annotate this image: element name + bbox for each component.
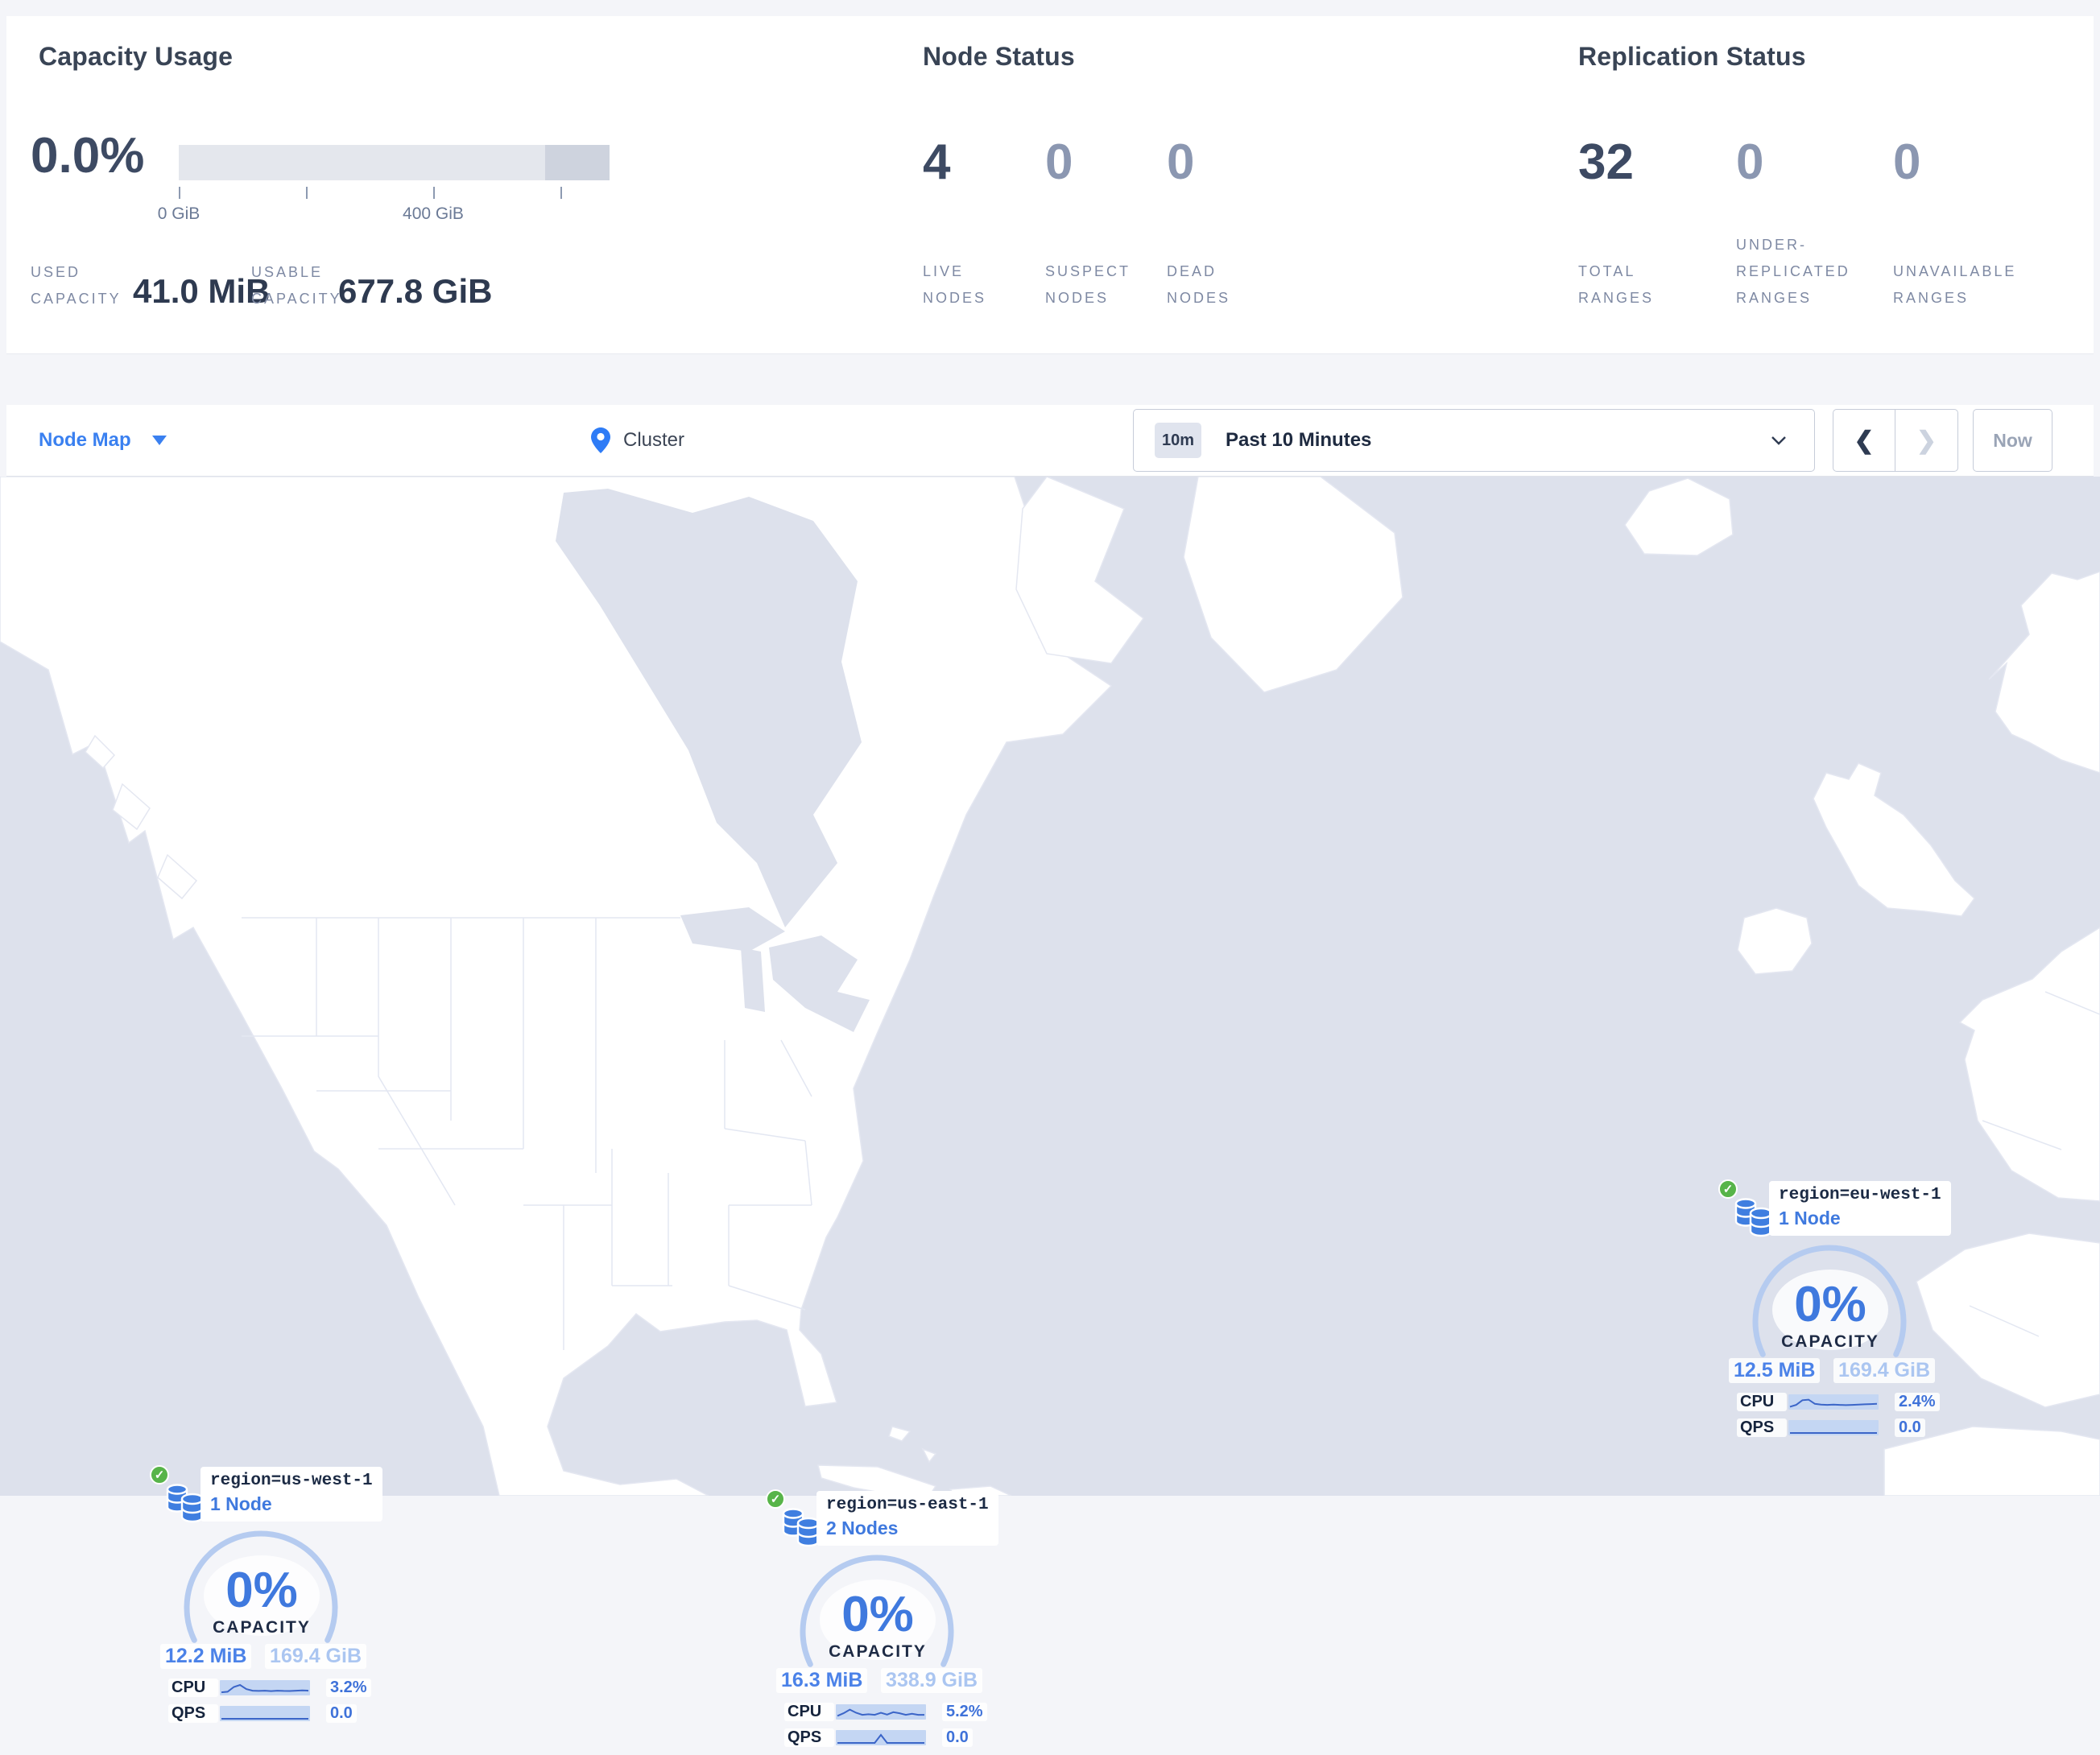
axis-tick-label: 0 GiB — [157, 204, 200, 223]
chevron-down-icon — [151, 436, 167, 445]
map-toolbar: Node Map Cluster 10m Past 10 Minutes ❮ ❯… — [6, 405, 2094, 477]
region-capacity-percent: 0% — [225, 1563, 298, 1618]
capacity-bar — [179, 145, 610, 180]
cpu-value: 2.4% — [1895, 1392, 1940, 1411]
database-stack-icon — [782, 1508, 820, 1547]
prev-time-button[interactable]: ❮ — [1833, 410, 1895, 471]
replication-status-title: Replication Status — [1578, 42, 1806, 71]
time-range-value: Past 10 Minutes — [1226, 429, 1372, 451]
next-time-button[interactable]: ❯ — [1895, 410, 1957, 471]
cpu-sparkline — [1788, 1394, 1879, 1410]
unavailable-value: 0 — [1893, 134, 1921, 190]
region-name: region=eu-west-1 — [1779, 1186, 1941, 1204]
qps-value: 0.0 — [326, 1703, 357, 1723]
breadcrumb[interactable]: Cluster — [591, 405, 684, 476]
cluster-stats-panel: Capacity Usage 0.0% 0 GiB 400 GiB USED C… — [6, 16, 2094, 354]
chevron-down-icon — [1771, 436, 1786, 445]
axis-tick-label: 400 GiB — [403, 204, 464, 223]
used-capacity-label: USED CAPACITY — [31, 264, 122, 307]
live-nodes-value: 4 — [923, 134, 951, 190]
unavailable-label: UNAVAILABLE RANGES — [1893, 263, 2017, 306]
usable-capacity-value: 677.8 GiB — [338, 272, 493, 310]
map-pin-icon — [591, 427, 610, 453]
qps-label: QPS — [1737, 1418, 1787, 1437]
region-capacity-percent: 0% — [1794, 1277, 1866, 1332]
node-status-title: Node Status — [923, 42, 1075, 71]
region-marker-eu-west-1[interactable]: ✓ region=eu-west-1 1 Node 0% CAPACITY 12… — [1718, 1179, 1951, 1445]
region-label-chip: region=us-east-1 2 Nodes — [816, 1491, 998, 1546]
database-stack-icon — [166, 1484, 204, 1523]
qps-value: 0.0 — [1895, 1418, 1925, 1437]
time-step-buttons: ❮ ❯ — [1833, 409, 1958, 472]
region-capacity-label: CAPACITY — [213, 1618, 311, 1637]
region-total-capacity: 169.4 GiB — [265, 1644, 366, 1669]
view-selector-label: Node Map — [39, 429, 131, 451]
under-replicated-label: UNDER-REPLICATED RANGES — [1736, 237, 1850, 306]
region-node-count[interactable]: 1 Node — [210, 1493, 373, 1515]
live-nodes-label: LIVE NODES — [923, 263, 987, 306]
region-capacity-label: CAPACITY — [829, 1642, 927, 1661]
node-map[interactable]: ✓ region=us-west-1 1 Node 0% CAPACITY 12… — [0, 477, 2100, 1747]
capacity-usage-title: Capacity Usage — [39, 42, 234, 71]
axis-tick — [560, 187, 562, 199]
region-label-chip: region=eu-west-1 1 Node — [1769, 1181, 1951, 1236]
cpu-value: 3.2% — [326, 1678, 371, 1697]
cpu-sparkline — [836, 1703, 926, 1720]
region-capacity-percent: 0% — [841, 1587, 914, 1642]
qps-value: 0.0 — [942, 1728, 973, 1747]
region-marker-us-west-1[interactable]: ✓ region=us-west-1 1 Node 0% CAPACITY 12… — [149, 1465, 382, 1731]
region-capacity-label: CAPACITY — [1781, 1332, 1879, 1351]
region-total-capacity: 169.4 GiB — [1833, 1358, 1935, 1383]
axis-tick — [306, 187, 308, 199]
region-total-capacity: 338.9 GiB — [881, 1668, 982, 1693]
dead-nodes-value: 0 — [1167, 134, 1195, 190]
region-name: region=us-west-1 — [210, 1472, 373, 1490]
region-label-chip: region=us-west-1 1 Node — [200, 1467, 382, 1522]
total-ranges-label: TOTAL RANGES — [1578, 263, 1655, 306]
qps-sparkline — [836, 1729, 926, 1745]
cpu-sparkline — [220, 1679, 310, 1695]
breadcrumb-label: Cluster — [623, 429, 685, 451]
region-name: region=us-east-1 — [826, 1496, 989, 1514]
cpu-label: CPU — [168, 1678, 218, 1697]
region-marker-us-east-1[interactable]: ✓ region=us-east-1 2 Nodes 0% CAPACITY 1… — [765, 1489, 998, 1755]
suspect-nodes-value: 0 — [1045, 134, 1073, 190]
dead-nodes-label: DEAD NODES — [1167, 263, 1231, 306]
region-node-count[interactable]: 2 Nodes — [826, 1518, 989, 1539]
cpu-label: CPU — [1737, 1392, 1787, 1411]
used-capacity-value: 41.0 MiB — [133, 272, 271, 310]
qps-sparkline — [220, 1705, 310, 1721]
time-range-badge: 10m — [1155, 423, 1201, 458]
total-ranges-value: 32 — [1578, 134, 1634, 190]
suspect-nodes-label: SUSPECT NODES — [1045, 263, 1131, 306]
axis-tick — [433, 187, 435, 199]
qps-label: QPS — [784, 1728, 834, 1747]
now-button[interactable]: Now — [1973, 409, 2052, 472]
axis-tick — [179, 187, 180, 199]
under-replicated-value: 0 — [1736, 134, 1764, 190]
region-used-capacity: 12.5 MiB — [1729, 1358, 1821, 1383]
capacity-bar-segment — [545, 145, 610, 180]
cpu-label: CPU — [784, 1702, 834, 1721]
qps-sparkline — [1788, 1419, 1879, 1435]
qps-label: QPS — [168, 1703, 218, 1723]
cpu-value: 5.2% — [942, 1702, 987, 1721]
region-used-capacity: 16.3 MiB — [776, 1668, 868, 1693]
region-node-count[interactable]: 1 Node — [1779, 1208, 1941, 1229]
view-selector-dropdown[interactable]: Node Map — [39, 405, 167, 476]
region-used-capacity: 12.2 MiB — [160, 1644, 252, 1669]
capacity-percent: 0.0% — [31, 128, 145, 184]
time-range-select[interactable]: 10m Past 10 Minutes — [1133, 409, 1815, 472]
database-stack-icon — [1734, 1198, 1772, 1237]
